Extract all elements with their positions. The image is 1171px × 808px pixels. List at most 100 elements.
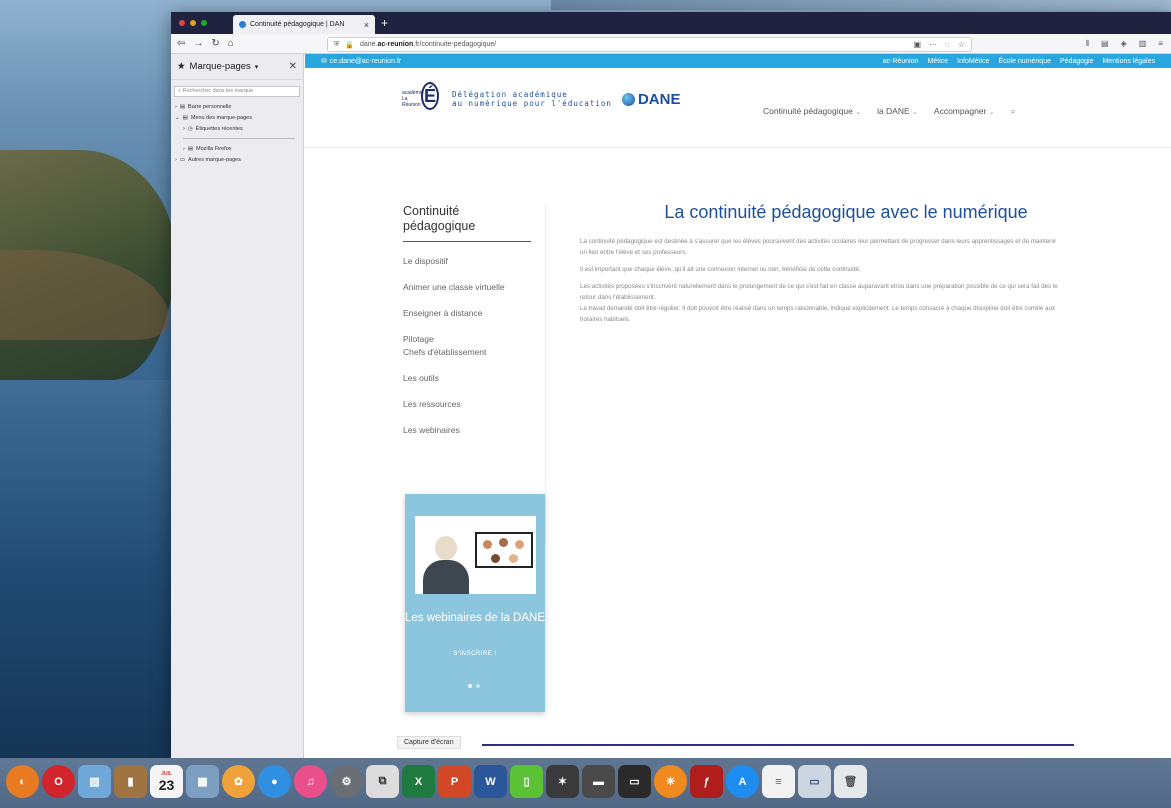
photos-icon[interactable]: ▦ [186, 765, 219, 798]
participant-icon [491, 554, 500, 563]
hamburger-menu-icon[interactable]: ≡ [1158, 39, 1163, 49]
nav-accompagner[interactable]: Accompagner ⌄ [934, 106, 995, 117]
messages-icon[interactable]: ● [258, 765, 291, 798]
carousel-dot[interactable] [476, 684, 480, 688]
forward-arrow-icon[interactable]: → [193, 38, 203, 49]
bookmark-search-placeholder: Rechercher dans les marque [182, 88, 254, 94]
chevron-right-icon: › [175, 103, 177, 110]
drive-icon[interactable]: ▭ [798, 765, 831, 798]
bookmark-search-input[interactable]: ⌕ Rechercher dans les marque [174, 86, 300, 97]
zoom-window-button[interactable] [201, 20, 207, 26]
close-tab-icon[interactable]: × [364, 20, 369, 30]
contacts-icon[interactable]: ▮ [114, 765, 147, 798]
carousel-dot[interactable] [468, 684, 472, 688]
reload-icon[interactable]: ↻ [211, 38, 219, 49]
section-link-webinaires[interactable]: Les webinaires [403, 424, 531, 437]
chevron-right-icon: › [175, 156, 177, 163]
terminal-icon[interactable]: ▭ [618, 765, 651, 798]
sidebar-item-menu[interactable]: ⌄ ▤ Menu des marque-pages [171, 112, 303, 123]
extension2-icon[interactable]: ▥ [1139, 39, 1147, 49]
extension-icon[interactable]: ◈ [1121, 39, 1127, 49]
home-icon[interactable]: ⌂ [228, 38, 234, 49]
delegation-line-2: au numérique pour l'éducation [452, 99, 612, 108]
tab-bar: Continuité pédagogique | DAN × + [171, 12, 1171, 34]
music-icon[interactable]: ♫ [294, 765, 327, 798]
section-link-pilotage[interactable]: Pilotage Chefs d'établissement [403, 333, 531, 359]
pocket-icon[interactable]: ◌ [945, 40, 950, 49]
top-link-infometice[interactable]: InfoMétice [957, 58, 989, 65]
teacher-head-icon [435, 536, 457, 560]
system-preferences-icon[interactable]: ⚙ [330, 765, 363, 798]
excel-icon[interactable]: X [402, 765, 435, 798]
sidebar-item-label: Barre personnelle [188, 103, 232, 110]
close-sidebar-icon[interactable]: ✕ [289, 61, 297, 72]
flash-icon[interactable]: ƒ [690, 765, 723, 798]
nav-continuite[interactable]: Continuité pédagogique ⌄ [763, 106, 861, 117]
participant-icon [515, 540, 524, 549]
section-link-dispositif[interactable]: Le dispositif [403, 255, 531, 268]
carousel-dots[interactable] [468, 684, 480, 688]
sidebar-toggle-icon[interactable]: ▤ [1101, 39, 1109, 49]
bookmark-star-icon[interactable]: ☆ [958, 40, 965, 49]
top-link-mentions[interactable]: Mentions légales [1102, 58, 1155, 65]
calendar-day: 23 [158, 776, 175, 793]
section-link-outils[interactable]: Les outils [403, 372, 531, 385]
section-link-classe-virtuelle[interactable]: Animer une classe virtuelle [403, 281, 531, 294]
library-icon[interactable]: ⫴ [1086, 39, 1089, 49]
chrome-icon[interactable]: ◐ [6, 765, 39, 798]
top-link-pedagogie[interactable]: Pédagogie [1060, 58, 1093, 65]
section-link-ressources[interactable]: Les ressources [403, 398, 531, 411]
word-icon[interactable]: W [474, 765, 507, 798]
app-store-icon[interactable]: A [726, 765, 759, 798]
site-logo[interactable]: académie La Réunion É Délégation académi… [402, 82, 680, 116]
video-call-screen-icon [475, 532, 533, 568]
search-icon: ⌕ [178, 88, 182, 94]
photos-flower-icon[interactable]: ✿ [222, 765, 255, 798]
top-link-ecole-numerique[interactable]: École numérique [998, 58, 1051, 65]
toolbar-right: ⫴ ▤ ◈ ▥ ≡ [1086, 39, 1163, 49]
new-tab-button[interactable]: + [381, 16, 388, 30]
folder-icon: ▤ [187, 145, 194, 152]
keynote-icon[interactable]: ▬ [582, 765, 615, 798]
screenshot-underline [482, 744, 1074, 746]
numbers-icon[interactable]: ▯ [510, 765, 543, 798]
shield-icon[interactable]: ⛨ [334, 41, 339, 49]
preview-icon[interactable]: ▨ [78, 765, 111, 798]
nav-label: la DANE [877, 106, 910, 116]
weather-icon[interactable]: ☀ [654, 765, 687, 798]
lock-icon[interactable]: 🔒 [345, 41, 354, 49]
section-link-enseigner[interactable]: Enseigner à distance [403, 307, 531, 320]
minimize-window-button[interactable] [190, 20, 196, 26]
sidebar-item-other[interactable]: › ▭ Autres marque-pages [171, 154, 303, 165]
search-icon[interactable]: ⌕ [1011, 106, 1016, 117]
browser-tab[interactable]: Continuité pédagogique | DAN × [233, 15, 375, 34]
sidebar-item-mozilla[interactable]: › ▤ Mozilla Firefox [171, 143, 303, 154]
close-window-button[interactable] [179, 20, 185, 26]
chevron-down-icon: ⌄ [912, 109, 918, 116]
opera-icon[interactable]: O [42, 765, 75, 798]
page-actions-icon[interactable]: ··· [929, 40, 937, 49]
powerpoint-icon[interactable]: P [438, 765, 471, 798]
dane-logo: DANE [621, 91, 680, 108]
sidebar-item-recent-tags[interactable]: › ◷ Étiquettes récentes [171, 123, 303, 134]
calendar-icon[interactable]: JUIL 23 [150, 765, 183, 798]
back-arrow-icon[interactable]: ⇦ [177, 38, 185, 49]
imovie-icon[interactable]: ✶ [546, 765, 579, 798]
trash-icon[interactable]: 🗑 [834, 765, 867, 798]
sidebar-title: Marque-pages [189, 61, 251, 72]
sidebar-header[interactable]: ★ Marque-pages ▾ ✕ [171, 54, 303, 80]
pdf-document-icon[interactable]: ≡ [762, 765, 795, 798]
promo-subscribe-link[interactable]: S'INSCRIRE ! [405, 651, 545, 657]
screenshot-app-icon[interactable]: ⧉ [366, 765, 399, 798]
top-link-ac-reunion[interactable]: ac-Réunion [883, 58, 919, 65]
nav-la-dane[interactable]: la DANE ⌄ [877, 106, 918, 117]
top-link-metice[interactable]: Métice [928, 58, 949, 65]
webinar-promo-card[interactable]: Les webinaires de la DANE S'INSCRIRE ! [405, 494, 545, 712]
page-title: La continuité pédagogique avec le numéri… [664, 202, 1028, 222]
reader-view-icon[interactable]: ▣ [914, 40, 922, 49]
address-bar[interactable]: ⛨ 🔒 dane.ac-reunion.fr/continuite-pedago… [327, 37, 972, 52]
sidebar-item-toolbar[interactable]: › ▤ Barre personnelle [171, 101, 303, 112]
chevron-down-icon: ▾ [254, 63, 259, 71]
contact-email-link[interactable]: ce.dane@ac-reunion.fr [330, 58, 401, 65]
window-controls [179, 20, 207, 26]
